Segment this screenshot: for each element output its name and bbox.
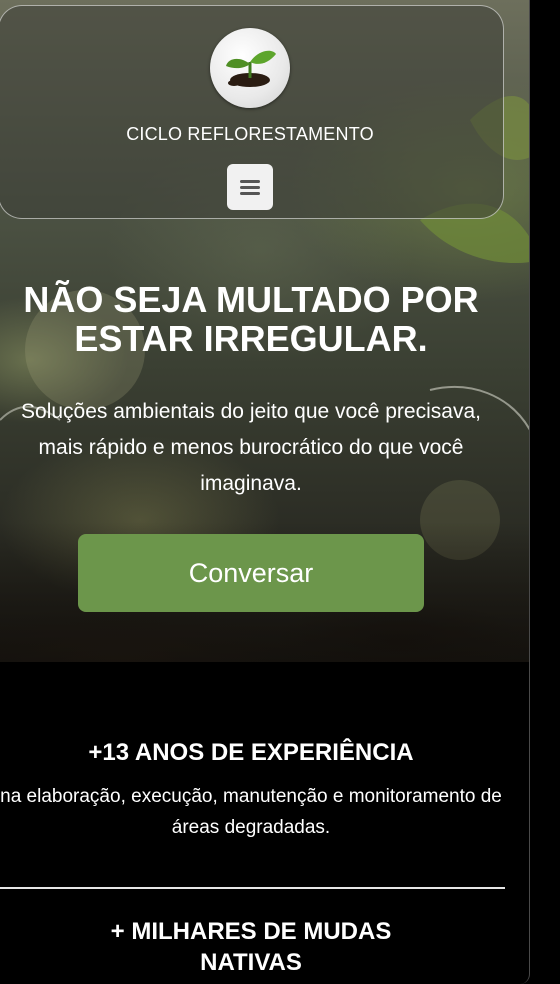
stat-description: na elaboração, execução, manutenção e mo… (0, 786, 502, 838)
stat-title: +13 ANOS DE EXPERIÊNCIA (88, 739, 414, 766)
menu-button[interactable] (227, 164, 273, 210)
page: CICLO REFLORESTAMENTO NÃO SEJA MULTADO P… (0, 0, 530, 984)
right-gutter (530, 0, 560, 984)
content-frame-edge (520, 0, 530, 984)
sprout-logo[interactable] (210, 28, 290, 108)
brand-name: CICLO REFLORESTAMENTO (126, 124, 374, 144)
sprout-icon (226, 50, 276, 87)
stat-title: + MILHARES DE MUDAS NATIVAS (110, 918, 392, 976)
hero-subtext: Soluções ambientais do jeito que você pr… (21, 400, 481, 495)
conversar-button[interactable]: Conversar (78, 534, 424, 612)
hamburger-menu-icon (240, 180, 260, 195)
section-divider (0, 887, 505, 889)
hero-section: CICLO REFLORESTAMENTO NÃO SEJA MULTADO P… (0, 0, 530, 662)
hero-headline: NÃO SEJA MULTADO POR ESTAR IRREGULAR. (23, 279, 479, 359)
site-header: CICLO REFLORESTAMENTO (0, 5, 504, 219)
